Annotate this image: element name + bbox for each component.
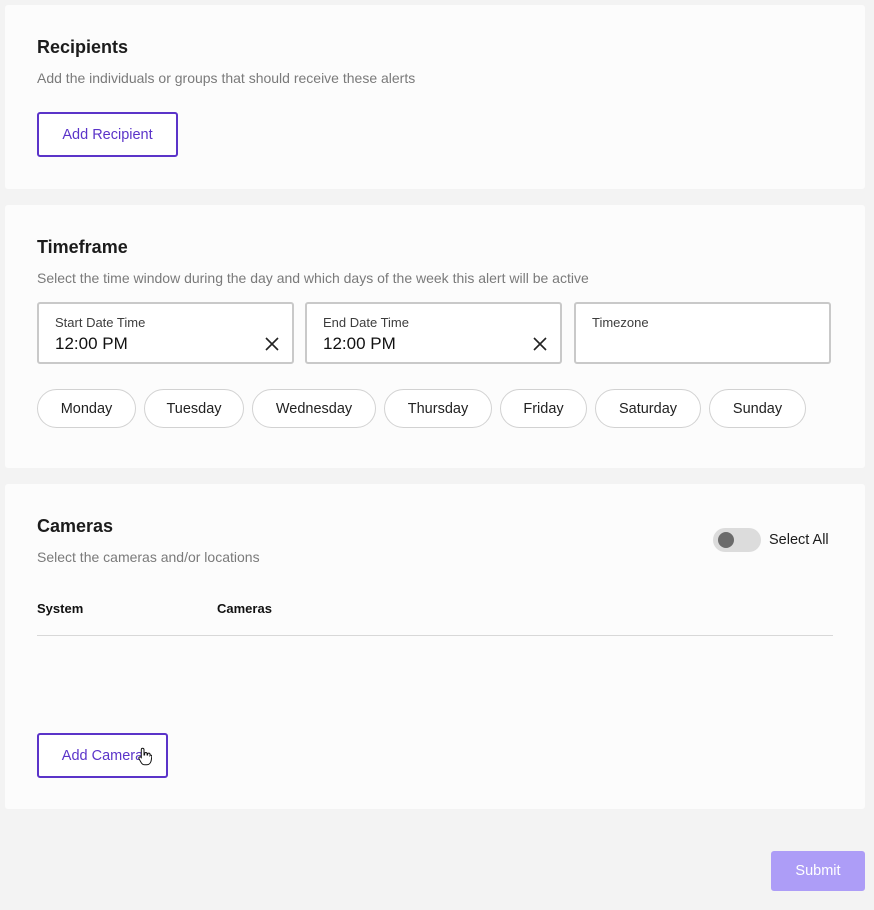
start-date-time-value: 12:00 PM bbox=[55, 334, 128, 353]
recipients-description: Add the individuals or groups that shoul… bbox=[37, 70, 416, 86]
day-friday[interactable]: Friday bbox=[500, 389, 587, 428]
cameras-card: Cameras Select the cameras and/or locati… bbox=[5, 484, 865, 809]
end-date-time-value: 12:00 PM bbox=[323, 334, 396, 353]
add-recipient-button[interactable]: Add Recipient bbox=[37, 112, 178, 157]
close-icon[interactable] bbox=[532, 336, 548, 352]
select-all-toggle[interactable] bbox=[713, 528, 761, 552]
select-all-label: Select All bbox=[769, 532, 829, 548]
day-monday[interactable]: Monday bbox=[37, 389, 136, 428]
timezone-label: Timezone bbox=[592, 315, 649, 330]
recipients-title: Recipients bbox=[37, 37, 129, 57]
close-icon[interactable] bbox=[264, 336, 280, 352]
submit-button[interactable]: Submit bbox=[771, 851, 865, 891]
day-thursday[interactable]: Thursday bbox=[384, 389, 492, 428]
add-camera-button[interactable]: Add Camera bbox=[37, 733, 168, 778]
day-tuesday[interactable]: Tuesday bbox=[144, 389, 244, 428]
start-date-time-field[interactable]: Start Date Time 12:00 PM bbox=[37, 302, 294, 364]
cameras-title: Cameras bbox=[37, 516, 114, 536]
day-sunday[interactable]: Sunday bbox=[709, 389, 806, 428]
table-divider bbox=[37, 635, 833, 636]
timeframe-title: Timeframe bbox=[37, 237, 128, 257]
end-date-time-field[interactable]: End Date Time 12:00 PM bbox=[305, 302, 562, 364]
timeframe-card: Timeframe Select the time window during … bbox=[5, 205, 865, 468]
column-header-cameras: Cameras bbox=[217, 601, 272, 616]
timeframe-description: Select the time window during the day an… bbox=[37, 270, 589, 286]
start-date-time-label: Start Date Time bbox=[55, 315, 146, 330]
toggle-knob bbox=[718, 532, 734, 548]
day-wednesday[interactable]: Wednesday bbox=[252, 389, 376, 428]
timezone-field[interactable]: Timezone bbox=[574, 302, 831, 364]
column-header-system: System bbox=[37, 601, 84, 616]
recipients-card: Recipients Add the individuals or groups… bbox=[5, 5, 865, 189]
end-date-time-label: End Date Time bbox=[323, 315, 409, 330]
day-saturday[interactable]: Saturday bbox=[595, 389, 701, 428]
cameras-description: Select the cameras and/or locations bbox=[37, 549, 260, 565]
